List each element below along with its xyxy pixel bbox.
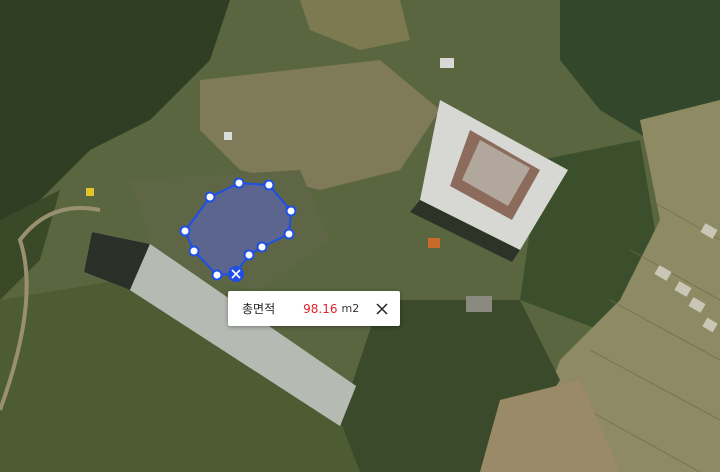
polygon-vertex[interactable] [211,269,223,281]
area-measure-popup: 총면적 98.16 m2 [228,291,400,326]
small-shed [466,296,492,312]
total-area-value: 98.16 [303,301,338,316]
delete-vertex-icon[interactable] [228,266,244,282]
close-icon[interactable] [374,301,390,317]
close-icon-glyph [376,302,388,315]
polygon-vertex[interactable] [283,228,295,240]
small-object [428,238,440,248]
polygon-vertex[interactable] [179,225,191,237]
polygon-vertex[interactable] [263,179,275,191]
satellite-map[interactable] [0,0,720,472]
polygon-vertex[interactable] [204,191,216,203]
polygon-vertex[interactable] [256,241,268,253]
polygon-vertex[interactable] [285,205,297,217]
polygon-vertex[interactable] [243,249,255,261]
polygon-vertex[interactable] [188,245,200,257]
small-object [86,188,94,196]
polygon-vertex[interactable] [233,177,245,189]
small-object [224,132,232,140]
total-area-label: 총면적 [242,302,276,316]
small-object [440,58,454,68]
total-area-unit: m2 [341,302,360,315]
